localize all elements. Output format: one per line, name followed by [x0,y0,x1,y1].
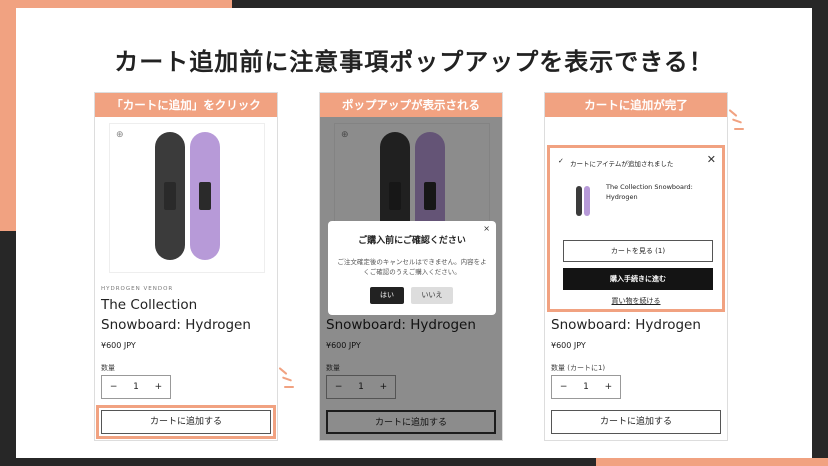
close-icon[interactable]: × [483,224,490,233]
product-image: ⊕ [109,123,265,273]
modal-title: ご購入前にご確認ください [358,236,466,246]
continue-shopping-link[interactable]: 買い物を続ける [550,296,722,306]
price: ¥600 JPY [101,341,136,350]
panel-cart-added: カートに追加が完了 Snowboard: Hydrogen ¥600 JPY 数… [544,92,728,441]
no-button[interactable]: いいえ [411,287,453,304]
quantity-value: 1 [133,382,139,392]
quantity-stepper[interactable]: − 1 + [551,375,621,399]
view-cart-button[interactable]: カートを見る (1) [563,240,713,262]
add-to-cart-button[interactable]: カートに追加する [551,410,721,434]
close-icon[interactable]: ✕ [707,153,716,166]
snowboard-purple [190,132,220,260]
vendor-label: HYDROGEN VENDOR [101,286,174,292]
quantity-label: 数量 [101,364,115,372]
modal-body: ご注文確定後のキャンセルはできません。内容をよくご確認のうえご購入ください。 [337,258,487,276]
quantity-stepper[interactable]: − 1 + [101,375,171,399]
panel-popup: ポップアップが表示される ⊕ Snowboard: Hydrogen ¥600 … [319,92,503,441]
panel-tag: ポップアップが表示される [320,93,502,117]
yes-button[interactable]: はい [370,287,404,304]
check-icon: ✓ [558,157,564,165]
zoom-icon[interactable]: ⊕ [116,130,124,140]
price: ¥600 JPY [551,341,586,350]
minus-icon[interactable]: − [110,382,118,392]
quantity-label: 数量 (カートに1) [551,364,606,372]
decor-bottom-right [596,458,828,466]
page-title: カート追加前に注意事項ポップアップを表示できる！ [114,48,714,76]
cart-message: カートにアイテムが追加されました [570,160,674,168]
quantity-value: 1 [583,382,589,392]
product-title: The Collection Snowboard: Hydrogen [101,297,251,333]
panel-tag: カートに追加が完了 [545,93,727,117]
cart-item-name: The Collection Snowboard: Hydrogen [606,183,693,201]
spark-decor [278,367,298,388]
cart-notification: ✓ カートにアイテムが追加されました ✕ The Collection Snow… [547,145,725,312]
spark-decor [728,109,748,130]
decor-left [0,16,16,231]
snowboard-black [155,132,185,260]
add-to-cart-button[interactable]: カートに追加する [96,405,276,439]
plus-icon[interactable]: + [155,382,163,392]
checkout-button[interactable]: 購入手続きに進む [563,268,713,290]
confirm-modal: × ご購入前にご確認ください ご注文確定後のキャンセルはできません。内容をよくご… [328,221,496,315]
panel-tag: 「カートに追加」をクリック [95,93,277,117]
slide-canvas: カート追加前に注意事項ポップアップを表示できる！ 「カートに追加」をクリック ⊕… [16,8,812,458]
cart-item-thumbnail [566,184,600,218]
panel-click-add: 「カートに追加」をクリック ⊕ HYDROGEN VENDOR The Coll… [94,92,278,441]
product-title: Snowboard: Hydrogen [551,317,701,333]
plus-icon[interactable]: + [605,382,613,392]
minus-icon[interactable]: − [560,382,568,392]
